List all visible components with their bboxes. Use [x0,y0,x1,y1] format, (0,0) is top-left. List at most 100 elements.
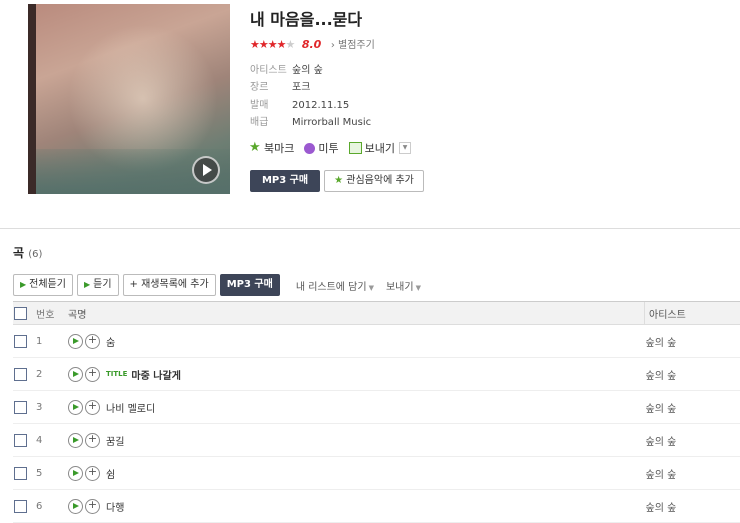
plus-icon[interactable] [85,433,100,448]
meta-value[interactable]: 숲의 숲 [292,65,323,76]
add-playlist-label: 재생목록에 추가 [141,279,209,290]
rate-link[interactable]: › 별점주기 [331,40,375,51]
add-mylist-label: 내 리스트에 담기 [296,282,367,293]
play-all-button[interactable]: ▶전체듣기 [13,274,73,296]
plus-icon[interactable] [85,400,100,415]
bookmark-button[interactable]: ★ 북마크 [249,140,294,156]
play-icon[interactable] [68,400,83,415]
cover-play-icon[interactable] [192,156,220,184]
cover-spine [28,4,36,194]
play-label: 듣기 [93,279,111,290]
row-checkbox[interactable] [14,335,27,348]
row-no: 3 [35,391,67,424]
row-checkbox[interactable] [14,401,27,414]
table-row: 2 TITLE 마중 나갈게 숲의 숲 [13,358,740,391]
songs-count: (6) [28,249,42,260]
plus-icon[interactable] [85,466,100,481]
song-name[interactable]: 다행 [106,503,124,514]
share-dropdown-label: 보내기 [386,282,414,293]
metoo-button[interactable]: 미투 [304,140,338,156]
row-checkbox[interactable] [14,467,27,480]
buy-mp3-button[interactable]: MP3 구매 [250,170,320,192]
play-icon: ▶ [20,280,26,289]
meta-value: Mirrorball Music [292,117,371,128]
table-row: 4 꿈길 숲의 숲 [13,424,740,457]
song-name[interactable]: 숨 [106,338,115,349]
add-mylist-dropdown[interactable]: 내 리스트에 담기▼ [296,278,374,293]
row-checkbox[interactable] [14,434,27,447]
play-icon: ▶ [84,280,90,289]
meta-key: 장르 [250,78,292,93]
album-actions: ★ 북마크 미투 보내기 ▼ [249,140,421,156]
title-track-badge: TITLE [106,370,127,378]
table-row: 1 숨 숲의 숲 [13,325,740,358]
row-checkbox[interactable] [14,368,27,381]
plus-icon: + [130,279,142,290]
metoo-label: 미투 [318,140,338,156]
play-icon[interactable] [68,433,83,448]
bookmark-label: 북마크 [264,140,294,156]
song-name[interactable]: 마중 나갈게 [131,371,180,382]
share-dropdown[interactable]: 보내기▼ [386,278,421,293]
song-name[interactable]: 꿈길 [106,437,124,448]
songs-heading-label: 곡 [13,246,24,260]
row-artist[interactable]: 숲의 숲 [645,325,740,358]
song-table: 번호 곡명 아티스트 1 숨 숲의 숲 2 TITLE 마중 나갈게 숲의 숲 3… [13,301,740,523]
chevron-down-icon: ▼ [416,284,421,292]
meta-key: 아티스트 [250,61,292,76]
row-name-cell: TITLE 마중 나갈게 [67,358,645,391]
row-name-cell: 나비 멜로디 [67,391,645,424]
row-artist[interactable]: 숲의 숲 [645,457,740,490]
row-checkbox-cell [13,358,35,391]
chevron-down-icon[interactable]: ▼ [399,142,411,154]
table-row: 5 쉼 숲의 숲 [13,457,740,490]
select-all-checkbox[interactable] [14,307,27,320]
row-checkbox-cell [13,457,35,490]
row-checkbox-cell [13,391,35,424]
row-checkbox[interactable] [14,500,27,513]
song-name[interactable]: 쉼 [106,470,115,481]
add-favorite-button[interactable]: ★ 관심음악에 추가 [324,170,424,192]
plus-icon[interactable] [85,334,100,349]
row-name-cell: 꿈길 [67,424,645,457]
star-icon: ★ [334,175,343,186]
row-checkbox-cell [13,424,35,457]
row-name-cell: 숨 [67,325,645,358]
row-artist[interactable]: 숲의 숲 [645,391,740,424]
album-cover[interactable] [28,4,230,194]
songs-toolbar: ▶전체듣기 ▶듣기 + 재생목록에 추가 MP3 구매 내 리스트에 담기▼ 보… [13,274,421,296]
meta-distributor: 배급Mirrorball Music [250,113,371,128]
row-no: 1 [35,325,67,358]
buy-selected-mp3-button[interactable]: MP3 구매 [220,274,280,296]
play-icon[interactable] [68,499,83,514]
meta-value: 포크 [292,82,310,93]
play-button[interactable]: ▶듣기 [77,274,119,296]
song-name[interactable]: 나비 멜로디 [106,404,155,415]
rating-stars-icon: ★★★★★ [250,38,294,51]
star-icon: ★ [249,142,261,154]
album-title: 내 마음을...묻다 [250,6,362,30]
row-artist[interactable]: 숲의 숲 [645,358,740,391]
section-divider [0,228,740,229]
play-all-label: 전체듣기 [29,279,66,290]
meta-artist: 아티스트숲의 숲 [250,61,323,76]
add-playlist-button[interactable]: + 재생목록에 추가 [123,274,216,296]
col-artist-header: 아티스트 [645,302,740,325]
row-artist[interactable]: 숲의 숲 [645,424,740,457]
meta-value: 2012.11.15 [292,100,349,111]
row-checkbox-cell [13,325,35,358]
play-icon[interactable] [68,466,83,481]
select-all-cell [13,302,35,325]
col-no-header: 번호 [35,302,67,325]
plus-icon[interactable] [85,499,100,514]
plus-icon[interactable] [85,367,100,382]
play-icon[interactable] [68,334,83,349]
play-icon[interactable] [68,367,83,382]
song-table-header: 번호 곡명 아티스트 [13,302,740,325]
table-row: 3 나비 멜로디 숲의 숲 [13,391,740,424]
share-button[interactable]: 보내기 ▼ [349,140,411,156]
row-no: 2 [35,358,67,391]
share-label: 보내기 [365,140,395,156]
meta-release: 발매2012.11.15 [250,96,349,111]
row-no: 4 [35,424,67,457]
